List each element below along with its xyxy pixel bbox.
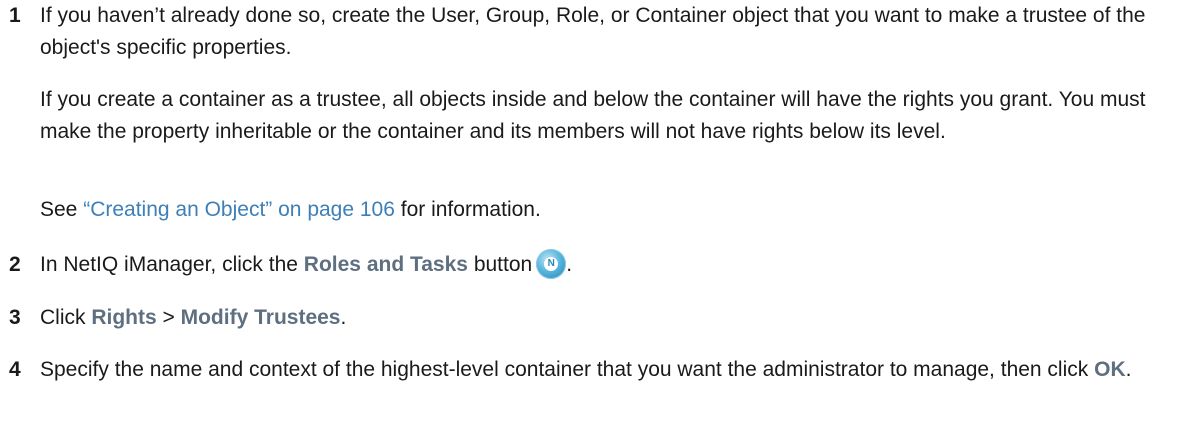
roles-and-tasks-icon[interactable]: N [536, 249, 567, 279]
step-1-see-also: See “Creating an Object” on page 106 for… [40, 198, 541, 221]
step-number: 2 [9, 253, 21, 276]
modify-trustees-label: Modify Trustees [180, 306, 341, 329]
ok-label: OK [1094, 358, 1126, 381]
step-1-paragraph: If you haven’t already done so, create t… [40, 4, 1146, 59]
step-number: 3 [9, 306, 21, 329]
rights-label: Rights [91, 306, 157, 329]
step-3-paragraph: Click Rights > Modify Trustees. [40, 306, 347, 329]
step-2-paragraph: In NetIQ iManager, click the Roles and T… [40, 249, 1164, 281]
step-number: 4 [9, 358, 21, 381]
creating-an-object-link[interactable]: “Creating an Object” on page 106 [83, 198, 395, 221]
step-4-paragraph: Specify the name and context of the high… [40, 358, 1132, 381]
roles-and-tasks-label: Roles and Tasks [303, 253, 468, 276]
step-number: 1 [9, 4, 21, 27]
step-1-note: If you create a container as a trustee, … [40, 88, 1146, 143]
document-page: 1 If you haven’t already done so, create… [0, 0, 1178, 425]
